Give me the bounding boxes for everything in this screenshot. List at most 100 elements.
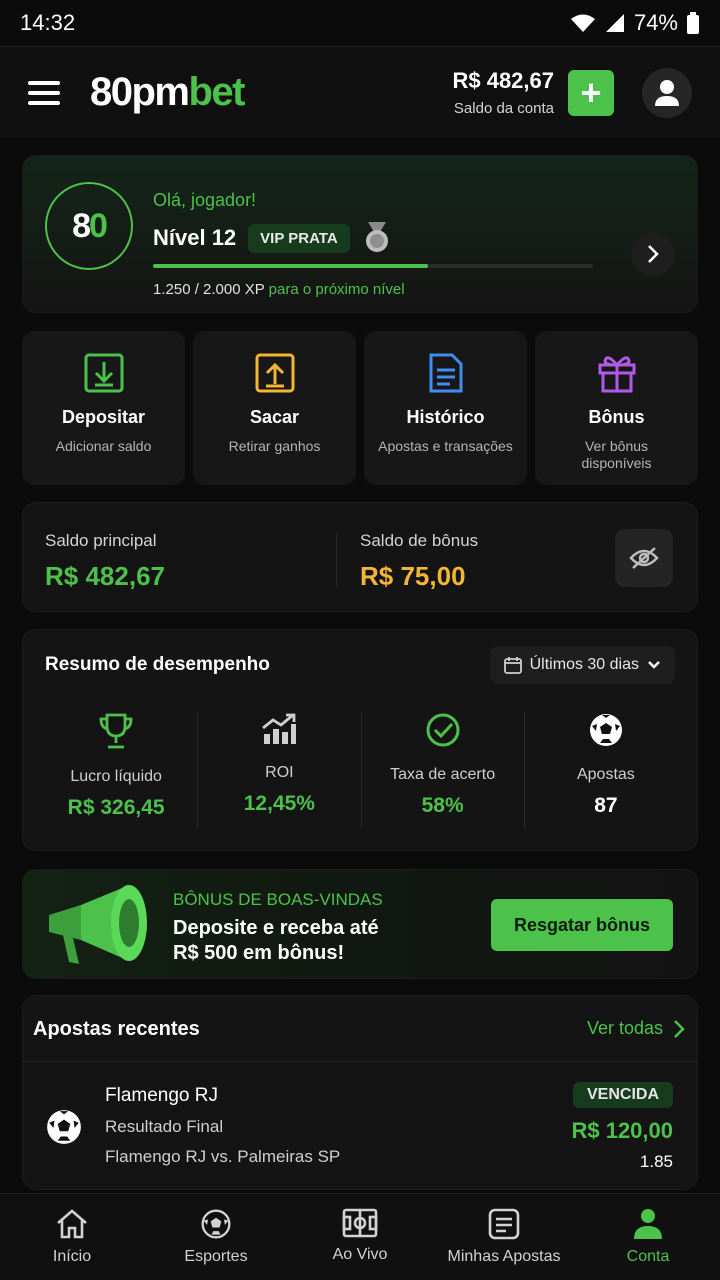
document-icon	[429, 353, 462, 393]
bet-selection[interactable]: Flamengo RJ	[105, 1085, 218, 1107]
level-badge: 80	[45, 182, 133, 270]
history-title: Histórico	[406, 407, 485, 427]
eye-off-icon	[629, 547, 659, 569]
chevron-down-icon	[648, 661, 660, 669]
bonus-subtitle: Ver bônus disponíveis	[581, 438, 652, 471]
tab-live[interactable]: Ao Vivo	[288, 1194, 432, 1280]
bottom-tab-bar: Início Esportes Ao Vivo Minhas Apostas C…	[0, 1193, 720, 1280]
bet-match: Flamengo RJ vs. Palmeiras SP	[105, 1147, 341, 1166]
withdraw-action[interactable]: Sacar Retirar ganhos	[193, 331, 356, 485]
menu-icon[interactable]	[28, 80, 60, 105]
history-action[interactable]: Histórico Apostas e transações	[364, 331, 527, 485]
withdraw-title: Sacar	[249, 407, 300, 427]
account-balance-value: R$ 482,67	[452, 68, 554, 93]
divider	[336, 533, 337, 587]
stat-net-profit: Lucro líquido R$ 326,45	[35, 712, 197, 828]
stat-value: 87	[594, 794, 618, 817]
account-balance[interactable]: R$ 482,67 Saldo da conta	[452, 68, 554, 117]
soccer-ball-icon	[589, 714, 622, 746]
growth-chart-icon	[262, 713, 297, 744]
tab-sports[interactable]: Esportes	[144, 1194, 288, 1280]
vip-badge: VIP PRATA	[248, 223, 350, 253]
stat-value: R$ 326,45	[67, 796, 165, 819]
stat-hit-rate: Taxa de acerto 58%	[360, 712, 524, 828]
soccer-ball-icon	[47, 1110, 81, 1144]
ticket-icon	[488, 1208, 520, 1240]
tab-my-bets[interactable]: Minhas Apostas	[432, 1194, 576, 1280]
bonus-banner-text: Deposite e receba até R$ 500 em bônus!	[173, 917, 379, 964]
bonus-balance-label: Saldo de bônus	[360, 531, 479, 550]
signal-icon	[605, 14, 624, 32]
status-time: 14:32	[20, 10, 76, 35]
stat-roi: ROI 12,45%	[197, 712, 360, 828]
history-subtitle: Apostas e transações	[378, 438, 513, 454]
toggle-balance-visibility-button[interactable]	[615, 529, 673, 587]
recent-bets-title: Apostas recentes	[33, 1018, 200, 1040]
greeting: Olá, jogador!	[153, 190, 257, 210]
level-title: Nível 12	[153, 225, 237, 250]
performance-title: Resumo de desempenho	[45, 654, 270, 675]
deposit-action[interactable]: Depositar Adicionar saldo	[22, 331, 185, 485]
bonus-action[interactable]: Bônus Ver bônus disponíveis	[535, 331, 698, 485]
app-header: 80pmbet R$ 482,67 Saldo da conta +	[0, 46, 720, 138]
level-details-button[interactable]	[631, 232, 675, 276]
app-logo[interactable]: 80pmbet	[90, 70, 245, 115]
bonus-balance: Saldo de bônus R$ 75,00	[360, 531, 478, 592]
account-balance-label: Saldo da conta	[453, 100, 554, 117]
withdraw-subtitle: Retirar ganhos	[228, 438, 321, 454]
tab-home[interactable]: Início	[0, 1194, 144, 1280]
withdraw-icon	[255, 353, 294, 393]
stat-value: 58%	[421, 794, 464, 817]
bonus-banner-label: BÔNUS DE BOAS-VINDAS	[173, 890, 383, 909]
battery-level: 74%	[633, 10, 678, 35]
xp-progress-bar	[153, 264, 593, 268]
xp-progress-fill	[153, 264, 428, 268]
bet-market: Resultado Final	[105, 1117, 224, 1136]
field-icon	[342, 1208, 378, 1238]
stat-label: ROI	[265, 764, 294, 781]
period-value: Últimos 30 dias	[529, 656, 639, 673]
bonus-balance-value: R$ 75,00	[360, 561, 466, 591]
main-balance: Saldo principal R$ 482,67	[45, 531, 165, 592]
quick-actions: Depositar Adicionar saldo Sacar Retirar …	[22, 331, 698, 485]
level-card[interactable]: 80 Olá, jogador! Nível 12 VIP PRATA 1.25…	[22, 155, 698, 313]
main-balance-label: Saldo principal	[45, 531, 157, 550]
status-badge: VENCIDA	[572, 1082, 673, 1108]
tab-account[interactable]: Conta	[576, 1194, 720, 1280]
trophy-icon	[99, 713, 133, 749]
level-title-row: Nível 12 VIP PRATA	[153, 222, 392, 254]
deposit-icon	[84, 353, 123, 393]
chevron-right-icon	[648, 245, 659, 263]
add-funds-button[interactable]: +	[568, 69, 614, 116]
bonus-title: Bônus	[588, 407, 645, 427]
soccer-ball-icon	[201, 1209, 231, 1239]
medal-icon	[365, 222, 388, 252]
calendar-icon	[503, 657, 522, 674]
stat-label: Lucro líquido	[70, 768, 162, 785]
user-icon	[655, 79, 679, 106]
home-icon	[57, 1209, 87, 1239]
deposit-subtitle: Adicionar saldo	[55, 438, 152, 454]
chevron-right-icon	[674, 1019, 685, 1038]
welcome-bonus-banner: BÔNUS DE BOAS-VINDAS Deposite e receba a…	[22, 869, 698, 979]
status-bar: 14:32 74%	[0, 0, 720, 46]
balances-card: Saldo principal R$ 482,67 Saldo de bônus…	[22, 502, 698, 612]
bet-amount: R$ 120,00	[571, 1118, 673, 1143]
avatar[interactable]	[642, 67, 692, 118]
deposit-title: Depositar	[61, 407, 146, 427]
see-all-link[interactable]: Ver todas	[587, 1018, 685, 1039]
bet-odd: 1.85	[639, 1152, 673, 1171]
claim-bonus-button[interactable]: Resgatar bônus	[491, 899, 673, 951]
performance-stats: Lucro líquido R$ 326,45 ROI 12,45% Taxa …	[35, 712, 687, 828]
wifi-icon	[570, 14, 595, 32]
battery-icon	[687, 12, 699, 34]
main-balance-value: R$ 482,67	[45, 561, 165, 591]
recent-bets-card: Apostas recentes Ver todas Flamengo RJ R…	[22, 995, 699, 1190]
stat-bets: Apostas 87	[523, 712, 687, 828]
recent-bets-header: Apostas recentes Ver todas	[23, 996, 699, 1062]
period-select[interactable]: Últimos 30 dias	[489, 646, 675, 684]
check-circle-icon	[426, 713, 460, 747]
stat-value: 12,45%	[243, 792, 315, 815]
gift-icon	[598, 356, 635, 393]
megaphone-icon	[49, 885, 147, 964]
